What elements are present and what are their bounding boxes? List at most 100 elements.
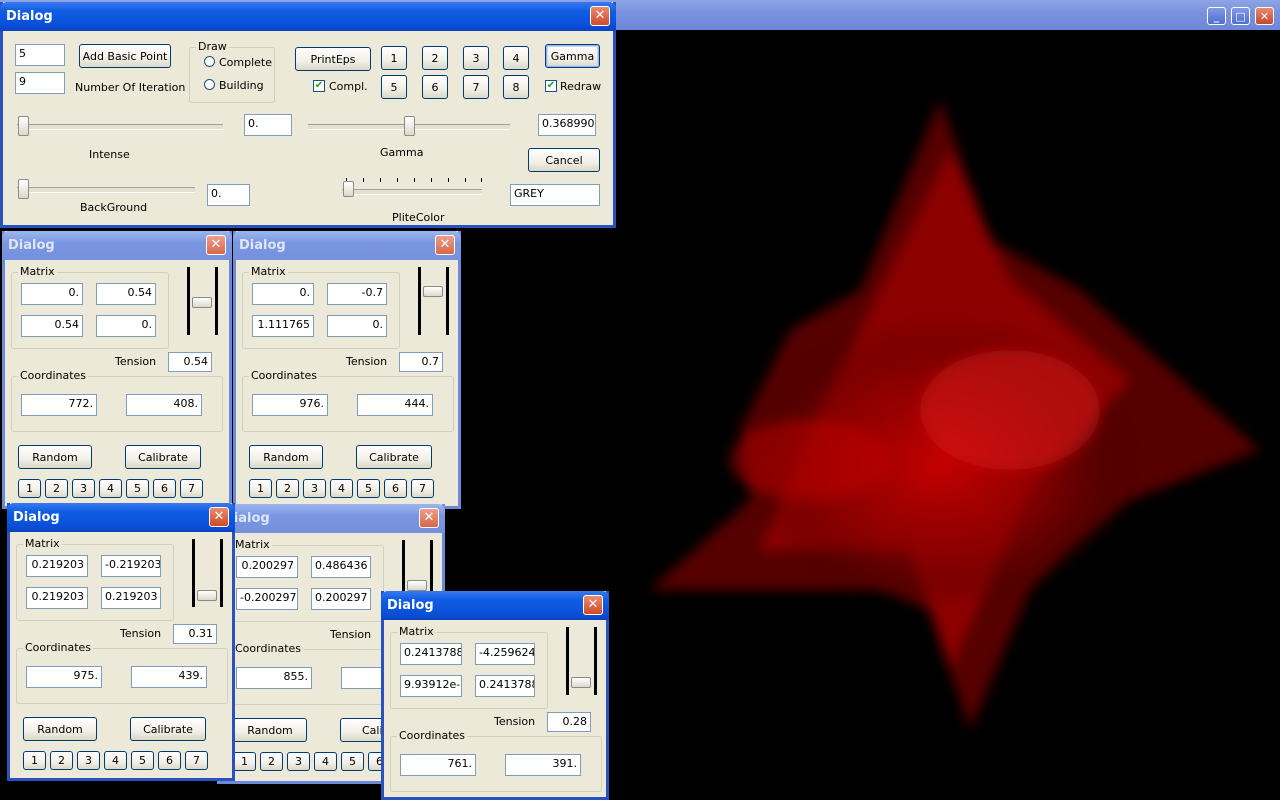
number-button-7[interactable]: 7 (180, 479, 203, 498)
number-button-4[interactable]: 4 (99, 479, 122, 498)
matrix-cell-3[interactable]: 0.54 (21, 315, 83, 337)
cancel-button[interactable]: Cancel (528, 148, 600, 172)
close-icon[interactable]: ✕ (419, 508, 439, 528)
gamma-input[interactable]: 0.3689906 (538, 114, 596, 136)
number-button-7[interactable]: 7 (185, 751, 208, 770)
number-button-3[interactable]: 3 (463, 46, 489, 70)
number-button-5[interactable]: 5 (357, 479, 380, 498)
close-icon[interactable]: ✕ (590, 6, 610, 26)
printeps-button[interactable]: PrintEps (295, 47, 371, 71)
complete-radio[interactable] (204, 56, 215, 67)
matrix-cell-1[interactable]: 0.219203 (26, 555, 88, 577)
number-button-5[interactable]: 5 (126, 479, 149, 498)
coordinate-y-input[interactable]: 444. (357, 394, 433, 416)
number-button-6[interactable]: 6 (153, 479, 176, 498)
coordinate-x-input[interactable]: 975. (26, 666, 102, 688)
tension-input[interactable]: 0.31 (173, 624, 217, 644)
matrix-cell-2[interactable]: -4.259624 (475, 643, 535, 665)
tension-input[interactable]: 0.7 (399, 352, 443, 372)
number-button-4[interactable]: 4 (104, 751, 127, 770)
coordinate-y-input[interactable]: 439. (131, 666, 207, 688)
intense-slider-thumb[interactable] (18, 116, 29, 136)
matrix-cell-4[interactable]: 0. (327, 315, 387, 337)
color-input[interactable]: GREY (510, 184, 600, 206)
random-button[interactable]: Random (249, 445, 323, 469)
random-button[interactable]: Random (233, 718, 307, 742)
tension-slider-thumb[interactable] (197, 590, 217, 601)
matrix-cell-1[interactable]: 0. (21, 283, 83, 305)
number-button-3[interactable]: 3 (77, 751, 100, 770)
number-button-2[interactable]: 2 (276, 479, 299, 498)
coordinate-x-input[interactable]: 855. (236, 667, 312, 689)
coordinate-x-input[interactable]: 761. (400, 754, 476, 776)
number-button-1[interactable]: 1 (18, 479, 41, 498)
gamma-slider-thumb[interactable] (404, 116, 415, 136)
basic-point-input[interactable]: 5 (15, 44, 65, 66)
matrix-cell-2[interactable]: -0.7 (327, 283, 387, 305)
number-button-2[interactable]: 2 (260, 752, 283, 771)
coordinate-y-input[interactable]: 408. (126, 394, 202, 416)
tension-slider-thumb[interactable] (192, 297, 212, 308)
matrix-cell-1[interactable]: 0.200297 (236, 556, 298, 578)
matrix-cell-4[interactable]: 0.219203 (101, 587, 161, 609)
random-button[interactable]: Random (23, 717, 97, 741)
number-button-3[interactable]: 3 (303, 479, 326, 498)
maximize-icon[interactable]: □ (1231, 7, 1250, 25)
intense-input[interactable]: 0. (244, 114, 292, 136)
matrix-cell-2[interactable]: 0.54 (96, 283, 156, 305)
number-button-1[interactable]: 1 (233, 752, 256, 771)
number-button-2[interactable]: 2 (422, 46, 448, 70)
compl-checkbox[interactable]: ✔ (313, 80, 325, 92)
gamma-button[interactable]: Gamma (545, 44, 600, 68)
number-button-3[interactable]: 3 (72, 479, 95, 498)
matrix-cell-3[interactable]: -0.200297 (236, 588, 298, 610)
tension-slider-thumb[interactable] (571, 677, 591, 688)
background-input[interactable]: 0. (207, 184, 250, 206)
number-button-5[interactable]: 5 (381, 75, 407, 99)
close-icon[interactable]: ✕ (209, 507, 229, 527)
matrix-cell-2[interactable]: -0.219203 (101, 555, 161, 577)
number-button-6[interactable]: 6 (158, 751, 181, 770)
plitecolor-slider-thumb[interactable] (343, 181, 354, 197)
number-button-6[interactable]: 6 (384, 479, 407, 498)
matrix-cell-3[interactable]: 0.219203 (26, 587, 88, 609)
matrix-cell-2[interactable]: 0.486436 (311, 556, 371, 578)
number-button-2[interactable]: 2 (50, 751, 73, 770)
number-button-1[interactable]: 1 (23, 751, 46, 770)
calibrate-button[interactable]: Calibrate (130, 717, 206, 741)
number-button-1[interactable]: 1 (381, 46, 407, 70)
coordinate-x-input[interactable]: 772. (21, 394, 97, 416)
matrix-cell-3[interactable]: 9.93912e- (400, 675, 462, 697)
tension-input[interactable]: 0.54 (168, 352, 212, 372)
number-button-3[interactable]: 3 (287, 752, 310, 771)
number-button-4[interactable]: 4 (314, 752, 337, 771)
number-button-2[interactable]: 2 (45, 479, 68, 498)
matrix-cell-3[interactable]: 1.111765 (252, 315, 314, 337)
matrix-cell-4[interactable]: 0. (96, 315, 156, 337)
random-button[interactable]: Random (18, 445, 92, 469)
building-radio[interactable] (204, 79, 215, 90)
coordinate-y-input[interactable]: 391. (505, 754, 581, 776)
add-basic-point-button[interactable]: Add Basic Point (79, 44, 171, 68)
redraw-checkbox[interactable]: ✔ (545, 80, 557, 92)
minimize-icon[interactable]: _ (1207, 7, 1226, 25)
calibrate-button[interactable]: Calibrate (125, 445, 201, 469)
number-button-6[interactable]: 6 (422, 75, 448, 99)
number-button-8[interactable]: 8 (503, 75, 529, 99)
matrix-cell-4[interactable]: 0.200297 (311, 588, 371, 610)
coordinate-x-input[interactable]: 976. (252, 394, 328, 416)
number-button-4[interactable]: 4 (330, 479, 353, 498)
number-button-5[interactable]: 5 (131, 751, 154, 770)
number-button-1[interactable]: 1 (249, 479, 272, 498)
number-button-7[interactable]: 7 (463, 75, 489, 99)
number-button-7[interactable]: 7 (411, 479, 434, 498)
close-icon[interactable]: ✕ (206, 235, 226, 255)
matrix-cell-4[interactable]: 0.2413788 (475, 675, 535, 697)
close-icon[interactable]: ✕ (583, 595, 603, 615)
iteration-input[interactable]: 9 (15, 72, 65, 94)
tension-slider-thumb[interactable] (407, 580, 427, 591)
number-button-4[interactable]: 4 (503, 46, 529, 70)
background-slider-thumb[interactable] (18, 179, 29, 199)
close-icon[interactable]: ✕ (435, 235, 455, 255)
tension-slider-thumb[interactable] (423, 286, 443, 297)
